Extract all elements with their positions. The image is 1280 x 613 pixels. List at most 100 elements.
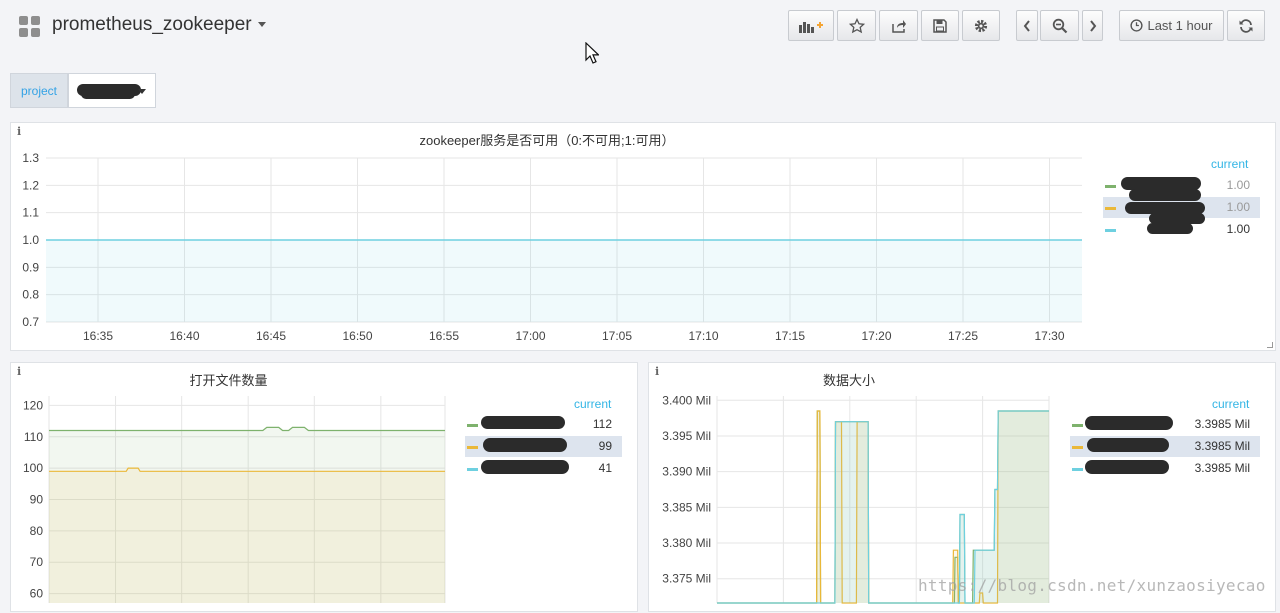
caret-down-icon (257, 22, 266, 28)
redacted-legend (481, 460, 569, 474)
dashboard-title: prometheus_zookeeper (52, 14, 252, 35)
panel-zookeeper-availability[interactable]: i zookeeper服务是否可用（0:不可用;1:可用） 0.7 0.8 0.9 1… (10, 122, 1276, 351)
y-tick-label: 3.380 Mil (662, 536, 711, 550)
share-icon (891, 19, 906, 33)
legend-value: 99 (598, 439, 612, 453)
dashboard-grid-icon[interactable] (19, 16, 40, 37)
refresh-icon (1239, 18, 1253, 33)
legend-swatch (1072, 424, 1083, 427)
y-tick-label: 3.390 Mil (662, 465, 711, 479)
variable-select-project[interactable] (68, 73, 156, 108)
time-shift-back-button[interactable] (1016, 10, 1038, 41)
star-icon (848, 17, 865, 33)
redacted-legend (1087, 438, 1169, 452)
legend-value: 1.00 (1226, 200, 1250, 214)
redacted-legend (1147, 223, 1193, 234)
legend-swatch (1105, 207, 1116, 210)
x-tick-label: 17:25 (948, 329, 978, 343)
legend-header: current (574, 397, 612, 411)
legend-value: 41 (598, 461, 612, 475)
save-dashboard-button[interactable] (921, 10, 959, 41)
chevron-right-icon (1089, 19, 1096, 32)
legend-value: 3.3985 Mil (1194, 417, 1250, 431)
y-tick-label: 80 (30, 524, 44, 538)
y-tick-label: 60 (30, 587, 44, 601)
zoom-out-icon (1052, 18, 1067, 33)
zoom-out-button[interactable] (1040, 10, 1079, 41)
x-tick-label: 17:05 (602, 329, 632, 343)
y-tick-label: 3.375 Mil (662, 572, 711, 586)
save-icon (933, 18, 947, 33)
panel-open-files[interactable]: i 打开文件数量 60 70 80 90 100 110 120 current 112 9… (10, 362, 638, 612)
y-tick-label: 110 (24, 430, 43, 444)
x-tick-label: 17:10 (688, 329, 718, 343)
redacted-legend (1085, 416, 1173, 430)
legend-swatch (467, 468, 478, 471)
chart-zookeeper-availability[interactable]: 0.7 0.8 0.9 1.0 1.1 1.2 1.3 16:35 16:40 16:45 16:5… (11, 123, 1101, 352)
refresh-button[interactable] (1227, 10, 1265, 41)
time-shift-forward-button[interactable] (1082, 10, 1103, 41)
y-tick-label: 120 (23, 398, 43, 412)
legend-value: 1.00 (1226, 178, 1250, 192)
dashboard-navbar: prometheus_zookeeper Last 1 hour (0, 0, 1280, 54)
legend-value: 1.00 (1226, 222, 1250, 236)
variable-label-project: project (10, 73, 68, 108)
x-tick-label: 17:20 (861, 329, 891, 343)
y-tick-label: 70 (30, 555, 44, 569)
clock-icon (1130, 19, 1144, 32)
y-tick-label: 1.2 (22, 178, 39, 192)
x-tick-label: 17:15 (775, 329, 805, 343)
mouse-cursor-icon (585, 42, 599, 64)
caret-down-icon (138, 89, 146, 94)
x-tick-label: 16:45 (256, 329, 286, 343)
x-tick-label: 16:50 (342, 329, 372, 343)
panel-resize-handle[interactable] (1267, 342, 1273, 348)
y-tick-label: 0.9 (22, 260, 39, 274)
legend-value: 3.3985 Mil (1194, 439, 1250, 453)
x-tick-label: 17:30 (1034, 329, 1064, 343)
x-tick-label: 16:40 (169, 329, 199, 343)
time-range-picker[interactable]: Last 1 hour (1119, 10, 1224, 41)
y-tick-label: 0.8 (22, 288, 39, 302)
settings-button[interactable] (962, 10, 1000, 41)
redacted-value (81, 89, 135, 99)
series-area (46, 240, 1082, 322)
time-range-label: Last 1 hour (1147, 18, 1213, 33)
legend-swatch (1105, 185, 1116, 188)
gear-icon (974, 19, 988, 32)
redacted-legend (483, 438, 567, 452)
redacted-legend (1085, 460, 1169, 474)
legend-swatch (467, 446, 478, 449)
redacted-legend (481, 416, 565, 429)
star-dashboard-button[interactable] (837, 10, 876, 41)
series-area (49, 468, 445, 603)
y-tick-label: 100 (23, 461, 43, 475)
x-tick-label: 16:55 (429, 329, 459, 343)
legend-swatch (1105, 229, 1116, 232)
add-panel-icon (799, 21, 823, 33)
legend-header: current (1212, 397, 1250, 411)
y-tick-label: 3.400 Mil (662, 393, 711, 407)
legend-swatch (1072, 468, 1083, 471)
legend-swatch (1072, 446, 1083, 449)
x-tick-label: 16:35 (83, 329, 113, 343)
share-dashboard-button[interactable] (879, 10, 918, 41)
panel-data-size[interactable]: i 数据大小 3.375 Mil 3.380 Mil 3.385 Mil 3.390 … (648, 362, 1276, 612)
legend-swatch (467, 424, 478, 427)
add-panel-button[interactable] (788, 10, 834, 41)
y-tick-label: 1.1 (22, 206, 39, 220)
chart-open-files[interactable]: 60 70 80 90 100 110 120 (11, 363, 461, 613)
legend-value: 3.3985 Mil (1194, 461, 1250, 475)
y-tick-label: 1.0 (22, 233, 39, 247)
series-line (49, 426, 445, 432)
legend-value: 112 (592, 417, 612, 431)
y-tick-label: 90 (30, 493, 44, 507)
legend-header: current (1211, 157, 1249, 171)
y-tick-label: 3.385 Mil (662, 500, 711, 514)
redacted-legend (1129, 189, 1201, 201)
chevron-left-icon (1023, 19, 1030, 32)
dashboard-title-dropdown[interactable]: prometheus_zookeeper (52, 14, 266, 36)
y-tick-label: 3.395 Mil (662, 429, 711, 443)
y-tick-label: 1.3 (22, 151, 39, 165)
y-tick-label: 0.7 (22, 315, 39, 329)
